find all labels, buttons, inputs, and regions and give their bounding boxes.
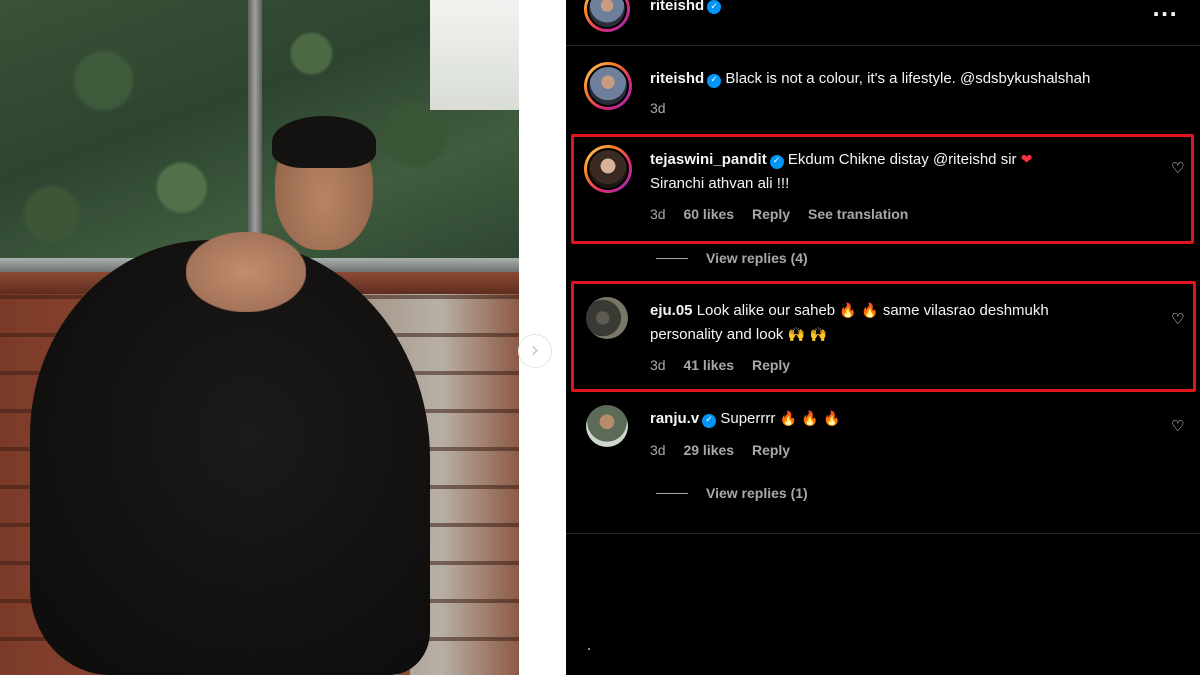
highlight-box bbox=[571, 134, 1194, 244]
replies-divider-line bbox=[656, 492, 688, 494]
photo-person-hair bbox=[272, 116, 376, 168]
photo-window-light bbox=[430, 0, 519, 110]
view-replies-label: View replies (1) bbox=[706, 485, 808, 501]
photo-window-frame bbox=[248, 0, 262, 268]
panel-divider bbox=[566, 533, 1200, 534]
highlight-box bbox=[571, 281, 1196, 392]
verified-badge-icon: ✓ bbox=[707, 73, 722, 88]
comment-avatar[interactable] bbox=[586, 405, 628, 447]
like-heart-icon[interactable]: ♡ bbox=[1171, 419, 1185, 434]
comment-time: 3d bbox=[650, 442, 666, 458]
comments-panel: riteishd ✓ ··· riteishd ✓ Black is not a c… bbox=[566, 0, 1200, 675]
caption-username[interactable]: riteishd bbox=[650, 70, 704, 87]
comment-likes[interactable]: 29 likes bbox=[683, 442, 734, 458]
post-header: riteishd ✓ ··· bbox=[566, 0, 1200, 46]
more-options-icon[interactable]: ··· bbox=[1152, 2, 1178, 26]
view-replies-button[interactable]: View replies (1) bbox=[656, 485, 808, 501]
scroll-indicator bbox=[588, 648, 590, 650]
caption-text: Black is not a colour, it's a lifestyle.… bbox=[725, 70, 1091, 87]
caption-time: 3d bbox=[650, 100, 666, 116]
fire-emoji-icon: 🔥 🔥 🔥 bbox=[779, 411, 841, 427]
caption-avatar[interactable] bbox=[584, 62, 632, 110]
comment-text: Superrrr bbox=[720, 410, 776, 427]
reply-button[interactable]: Reply bbox=[752, 442, 790, 458]
replies-divider-line bbox=[656, 257, 688, 259]
comment-username[interactable]: ranju.v bbox=[650, 410, 699, 427]
header-username[interactable]: riteishd bbox=[650, 0, 704, 14]
view-replies-label: View replies (4) bbox=[706, 250, 808, 266]
header-user: riteishd ✓ bbox=[650, 0, 722, 15]
photo-person-hands bbox=[186, 232, 306, 312]
chevron-right-icon[interactable]: › bbox=[518, 334, 552, 368]
view-replies-button[interactable]: View replies (4) bbox=[656, 250, 808, 266]
verified-badge-icon: ✓ bbox=[707, 0, 722, 14]
header-avatar[interactable] bbox=[584, 0, 630, 32]
post-photo[interactable] bbox=[0, 0, 519, 675]
verified-badge-icon: ✓ bbox=[702, 413, 717, 428]
